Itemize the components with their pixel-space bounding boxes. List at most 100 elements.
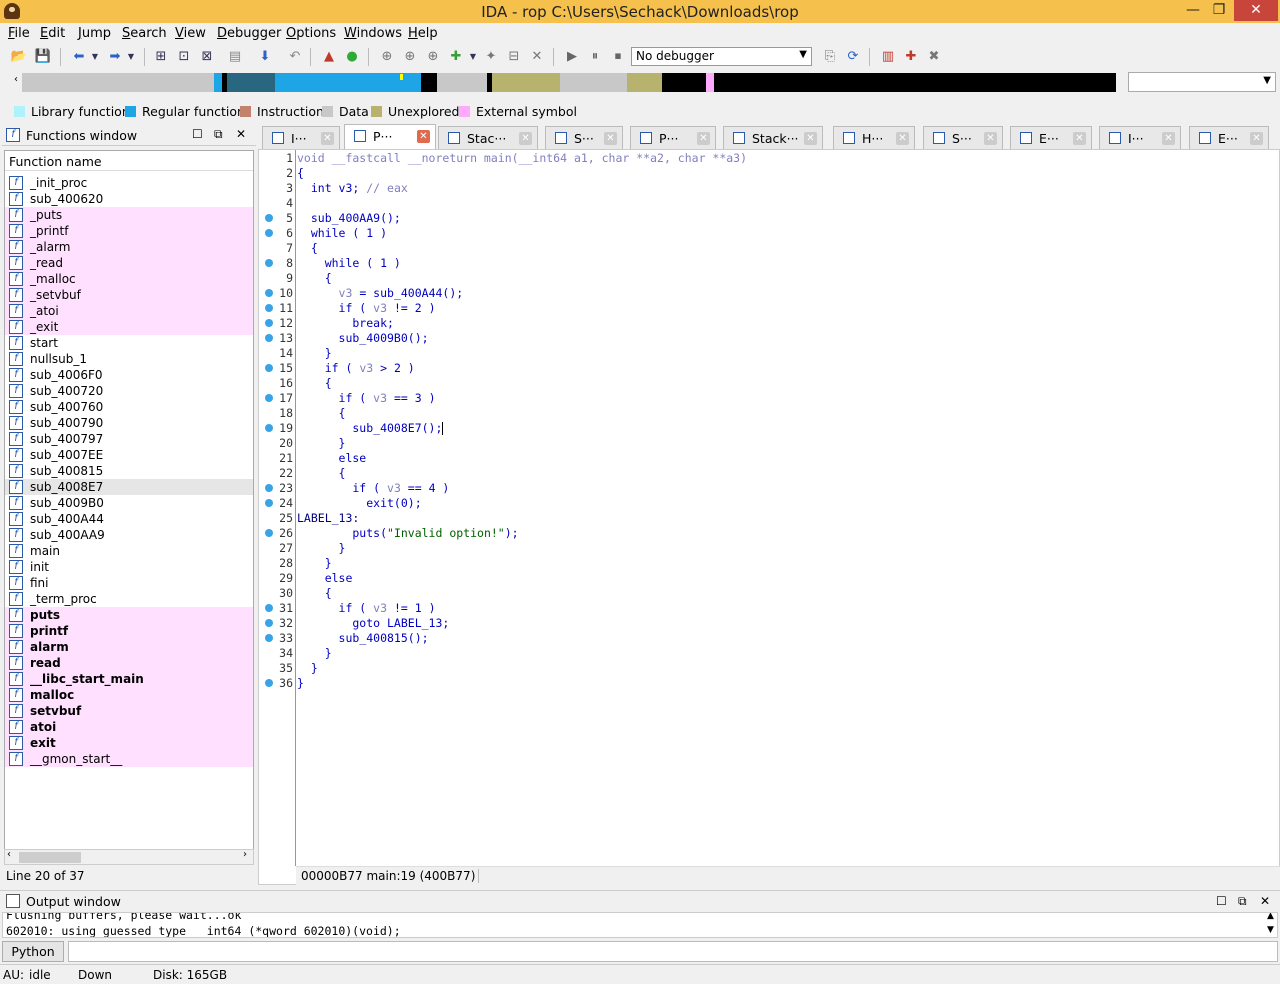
scroll-down-icon[interactable]: ▼: [1267, 925, 1274, 935]
enum-icon[interactable]: ⊟: [505, 48, 523, 66]
menu-help[interactable]: Help: [408, 26, 438, 41]
function-row[interactable]: f exit: [5, 735, 253, 751]
debugger-select[interactable]: No debugger ▼: [631, 47, 812, 66]
menu-windows[interactable]: Windows: [344, 26, 402, 41]
green-circle-icon[interactable]: ●: [343, 48, 361, 66]
function-row[interactable]: f __gmon_start__: [5, 751, 253, 767]
tab[interactable]: I··· ✕: [1099, 126, 1181, 149]
close-tab-icon[interactable]: ✕: [896, 132, 909, 145]
restore-panel-icon[interactable]: ☐: [1216, 894, 1227, 908]
code-line[interactable]: v3 = sub_400A44();: [297, 286, 464, 300]
immediate-search-icon[interactable]: ⊠: [198, 48, 216, 66]
breakpoint-dot-icon[interactable]: [265, 319, 273, 327]
function-row[interactable]: f _read: [5, 255, 253, 271]
code-line[interactable]: int v3; // eax: [297, 181, 408, 195]
tab[interactable]: S··· ✕: [545, 126, 623, 149]
tab[interactable]: S··· ✕: [923, 126, 1003, 149]
code-line[interactable]: exit(0);: [297, 496, 421, 510]
scroll-up-icon[interactable]: ▲: [1267, 913, 1274, 921]
function-row[interactable]: f sub_400760: [5, 399, 253, 415]
tab[interactable]: P··· ✕: [344, 124, 436, 150]
function-row[interactable]: f printf: [5, 623, 253, 639]
pseudocode-view[interactable]: 1 2 3 4 5 6 7 8 9 10 11 12 13 14 15 16 17 18 19 20 21 22 23 24 2…: [258, 149, 1280, 885]
function-row[interactable]: f sub_4006F0: [5, 367, 253, 383]
float-panel-icon[interactable]: ⧉: [1238, 894, 1247, 909]
function-row[interactable]: f fini: [5, 575, 253, 591]
close-tab-icon[interactable]: ✕: [604, 132, 617, 145]
code-line[interactable]: sub_4008E7();: [297, 421, 442, 435]
function-row[interactable]: f malloc: [5, 687, 253, 703]
tab[interactable]: E··· ✕: [1189, 126, 1269, 149]
code-line[interactable]: if ( v3 == 4 ): [297, 481, 449, 495]
menu-edit[interactable]: Edit: [40, 26, 65, 41]
breakpoint-dot-icon[interactable]: [265, 529, 273, 537]
breakpoint-dot-icon[interactable]: [265, 604, 273, 612]
book-icon[interactable]: ▥: [879, 48, 897, 66]
function-row[interactable]: f sub_400815: [5, 463, 253, 479]
add-icon[interactable]: ✚: [447, 48, 465, 66]
function-row[interactable]: f start: [5, 335, 253, 351]
undefine-icon[interactable]: ✕: [528, 48, 546, 66]
open-folder-icon[interactable]: 📂: [10, 48, 28, 66]
play-icon[interactable]: ▶: [563, 48, 581, 66]
code-line[interactable]: {: [297, 271, 332, 285]
code-line[interactable]: }: [297, 676, 304, 690]
function-row[interactable]: f nullsub_1: [5, 351, 253, 367]
function-row[interactable]: f __libc_start_main: [5, 671, 253, 687]
function-row[interactable]: f sub_400620: [5, 191, 253, 207]
nav-left-arrow-icon[interactable]: ‹: [14, 74, 18, 85]
restore-panel-icon[interactable]: ☐: [192, 127, 203, 141]
breakpoint-dot-icon[interactable]: [265, 259, 273, 267]
function-row[interactable]: f puts: [5, 607, 253, 623]
close-panel-icon[interactable]: ✕: [1260, 894, 1270, 908]
code-line[interactable]: if ( v3 != 2 ): [297, 301, 436, 315]
code-line[interactable]: {: [297, 376, 332, 390]
function-row[interactable]: f sub_400797: [5, 431, 253, 447]
function-row[interactable]: f _term_proc: [5, 591, 253, 607]
scroll-thumb[interactable]: [19, 852, 81, 863]
close-tab-icon[interactable]: ✕: [1250, 132, 1263, 145]
close-tab-icon[interactable]: ✕: [321, 132, 334, 145]
breakpoint-dot-icon[interactable]: [265, 394, 273, 402]
refresh-icon[interactable]: ⟳: [844, 48, 862, 66]
scroll-right-icon[interactable]: ›: [243, 849, 247, 860]
attach-icon[interactable]: ⎘: [821, 48, 839, 66]
function-row[interactable]: f sub_4008E7: [5, 479, 253, 495]
code-line[interactable]: }: [297, 436, 346, 450]
code-line[interactable]: }: [297, 541, 346, 555]
code-line[interactable]: }: [297, 661, 318, 675]
close-tab-icon[interactable]: ✕: [519, 132, 532, 145]
function-row[interactable]: f sub_4009B0: [5, 495, 253, 511]
settings-icon[interactable]: ✖: [925, 48, 943, 66]
code-line[interactable]: if ( v3 != 1 ): [297, 601, 436, 615]
code-line[interactable]: {: [297, 586, 332, 600]
function-row[interactable]: f read: [5, 655, 253, 671]
plugin-icon[interactable]: ✚: [902, 48, 920, 66]
breakpoint-dot-icon[interactable]: [265, 679, 273, 687]
pause-icon[interactable]: ⏸: [586, 48, 604, 66]
close-tab-icon[interactable]: ✕: [1073, 132, 1086, 145]
scroll-left-icon[interactable]: ‹: [7, 849, 11, 860]
code-line[interactable]: {: [297, 406, 346, 420]
menu-jump[interactable]: Jump: [78, 26, 111, 41]
function-row[interactable]: f atoi: [5, 719, 253, 735]
function-row[interactable]: f main: [5, 543, 253, 559]
function-row[interactable]: f sub_400A44: [5, 511, 253, 527]
maximize-button[interactable]: ❐: [1206, 0, 1232, 21]
breakpoint-dot-icon[interactable]: [265, 619, 273, 627]
tab[interactable]: Stac··· ✕: [438, 126, 538, 149]
breakpoint-dot-icon[interactable]: [265, 304, 273, 312]
code-line[interactable]: {: [297, 166, 304, 180]
code-line[interactable]: else: [297, 451, 367, 465]
data-icon[interactable]: ⊕: [401, 48, 419, 66]
code-line[interactable]: sub_400815();: [297, 631, 429, 645]
tab[interactable]: E··· ✕: [1010, 126, 1092, 149]
function-row[interactable]: f _printf: [5, 223, 253, 239]
struct-icon[interactable]: ✦: [482, 48, 500, 66]
close-button[interactable]: ✕: [1234, 0, 1278, 21]
code-line[interactable]: LABEL_13:: [297, 511, 359, 525]
minimize-button[interactable]: —: [1180, 0, 1206, 21]
code-line[interactable]: puts("Invalid option!");: [297, 526, 518, 540]
python-button[interactable]: Python: [2, 941, 64, 962]
warning-icon[interactable]: ▲: [320, 48, 338, 66]
